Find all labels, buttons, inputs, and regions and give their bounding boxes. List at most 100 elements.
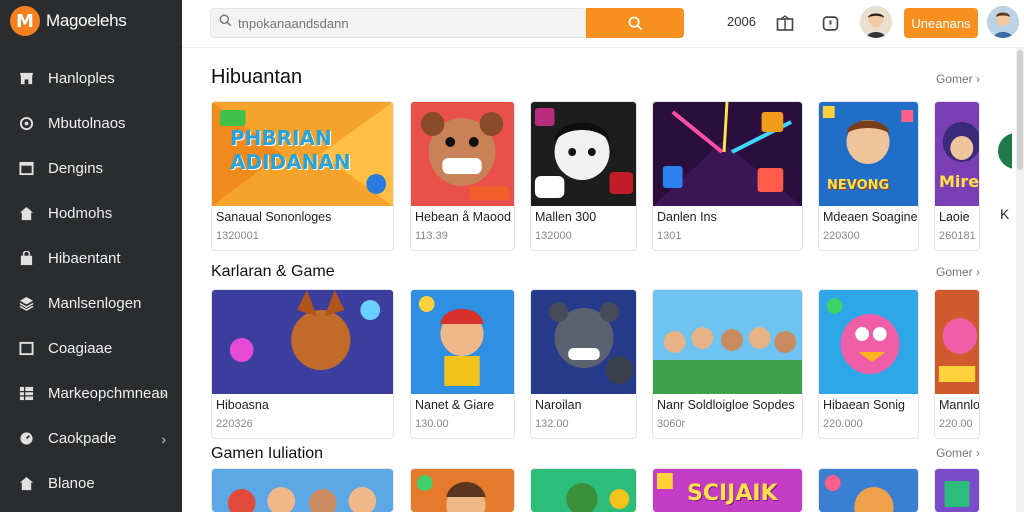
header-text-item[interactable]: 2006: [727, 14, 756, 29]
section-title: Karlaran & Game: [211, 263, 335, 280]
card-title: Naroilan: [535, 398, 582, 412]
sidebar-item-3[interactable]: Hodmohs: [0, 191, 182, 236]
card-meta: 220.000: [823, 418, 863, 430]
card-meta: 3060r: [657, 418, 686, 430]
game-card[interactable]: Mire Laoie 260181: [934, 101, 980, 251]
brand-name: Magoelehs: [46, 11, 127, 30]
chevron-right-icon: ›: [161, 385, 166, 402]
game-card[interactable]: Nanet & Giare 130.00: [410, 289, 515, 439]
page-scrollbar[interactable]: [1016, 48, 1024, 512]
card-meta: 1320001: [216, 230, 259, 242]
sidebar-item-9[interactable]: Blanoe: [0, 461, 182, 506]
sidebar-item-8[interactable]: Caokpade ›: [0, 416, 182, 461]
chevron-right-icon: ›: [161, 430, 166, 447]
game-card[interactable]: Hiboasna 220326: [211, 289, 394, 439]
section-more-link[interactable]: Gomer ›: [936, 72, 980, 86]
sidebar-item-4[interactable]: Hibaentant: [0, 236, 182, 281]
card-title: Sanaual Sononloges: [216, 210, 332, 224]
game-thumbnail: [819, 469, 918, 512]
bag-icon: [18, 251, 34, 267]
notification-icon[interactable]: [819, 12, 841, 34]
card-meta: 132.00: [535, 418, 569, 430]
game-card[interactable]: SCIJAIK: [652, 468, 803, 512]
card-meta: 220.00: [939, 418, 973, 430]
game-card[interactable]: NEVONG Mdeaen Soagined 220300: [818, 101, 919, 251]
sidebar-item-6[interactable]: Coagiaae: [0, 326, 182, 371]
card-meta: 113.39: [415, 230, 448, 242]
game-thumbnail: [653, 102, 802, 206]
sidebar-item-label: Mbutolnaos: [48, 115, 126, 132]
game-card[interactable]: Nanr Soldloigloe Sopdes 3060r: [652, 289, 803, 439]
sidebar-item-2[interactable]: Dengins: [0, 146, 182, 191]
top-header: 2006 Uneanans: [182, 0, 1024, 48]
card-meta: 130.00: [415, 418, 449, 430]
sidebar-item-label: Caokpade: [48, 430, 117, 447]
game-card[interactable]: [818, 468, 919, 512]
game-card[interactable]: Naroilan 132.00: [530, 289, 637, 439]
game-thumbnail: [531, 102, 636, 206]
search-input[interactable]: [238, 15, 578, 31]
search-box[interactable]: [210, 8, 586, 38]
sidebar-item-label: Manlsenlogen: [48, 295, 142, 312]
game-card[interactable]: Hibaean Sonig 220.000: [818, 289, 919, 439]
sidebar-item-label: Dengins: [48, 160, 104, 177]
game-thumbnail: [819, 290, 918, 394]
card-title: Hibaean Sonig: [823, 398, 906, 412]
sidebar-item-5[interactable]: Manlsenlogen: [0, 281, 182, 326]
game-card[interactable]: [530, 468, 637, 512]
scrollbar-thumb[interactable]: [1017, 50, 1023, 170]
thumbnail-art-text: Mire: [939, 172, 980, 191]
search-icon: [628, 16, 642, 30]
section-more-link[interactable]: Gomer ›: [936, 265, 980, 279]
section-more-link[interactable]: Gomer ›: [936, 446, 980, 460]
sidebar-item-label: Hanloples: [48, 70, 115, 87]
game-card[interactable]: [934, 468, 980, 512]
game-thumbnail: [653, 290, 802, 394]
game-thumbnail: [411, 290, 514, 394]
game-card[interactable]: [410, 468, 515, 512]
profile-avatar[interactable]: [987, 6, 1019, 38]
home-icon: [18, 476, 34, 492]
game-thumbnail: [935, 469, 979, 512]
game-card[interactable]: [211, 468, 394, 512]
window-icon: [18, 161, 34, 177]
window-icon: [18, 341, 34, 357]
game-thumbnail: [411, 102, 514, 206]
user-avatar[interactable]: [860, 6, 892, 38]
layers-icon: [18, 296, 34, 312]
card-title: Mannlo: [939, 398, 980, 412]
sidebar-item-label: Markeopchmnean: [48, 385, 169, 402]
section-title: Gamen Iuliation: [211, 445, 324, 462]
game-card[interactable]: Mallen 300 132000: [530, 101, 637, 251]
game-card[interactable]: PHBRIAN ADIDANAN Sanaual Sononloges 1320…: [211, 101, 394, 251]
section-title: Hibuantan: [211, 66, 303, 88]
brand-logo-icon: M: [10, 6, 40, 36]
sidebar-item-label: Hodmohs: [48, 205, 113, 222]
game-thumbnail: [212, 290, 393, 394]
brand[interactable]: M Magoelehs: [10, 6, 127, 36]
game-card[interactable]: Hebean å Maood 113.39: [410, 101, 515, 251]
card-title: Nanet & Giare: [415, 398, 495, 412]
game-card[interactable]: Danlen Ins 1301: [652, 101, 803, 251]
sidebar-item-label: Coagiaae: [48, 340, 113, 357]
home-icon: [18, 206, 34, 222]
partial-card-edge: K: [996, 101, 1012, 251]
sidebar-item-0[interactable]: Hanloples: [0, 56, 182, 101]
search-button[interactable]: [586, 8, 684, 38]
sidebar-item-label: Hibaentant: [48, 250, 121, 267]
gauge-icon: [18, 431, 34, 447]
thumbnail-art-text: SCIJAIK: [687, 481, 778, 506]
search-icon: [219, 14, 232, 32]
sidebar-item-7[interactable]: Markeopchmnean ›: [0, 371, 182, 416]
primary-cta-button[interactable]: Uneanans: [904, 8, 978, 38]
game-thumbnail: [935, 290, 979, 394]
card-title: Laoie: [939, 210, 970, 224]
card-title: Hebean å Maood: [415, 210, 511, 224]
sidebar-item-label: Blanoe: [48, 475, 95, 492]
card-meta: 260181: [939, 230, 976, 242]
sidebar-item-1[interactable]: Mbutolnaos: [0, 101, 182, 146]
gift-icon[interactable]: [774, 12, 796, 34]
card-meta: 1301: [657, 230, 682, 242]
game-card[interactable]: Mannlo 220.00: [934, 289, 980, 439]
card-title: Mdeaen Soagined: [823, 210, 919, 224]
